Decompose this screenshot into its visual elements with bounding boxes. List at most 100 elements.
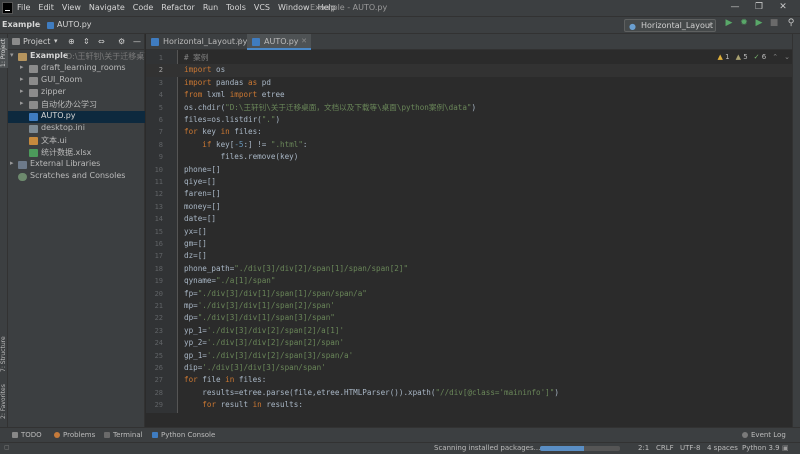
tree-item-scratches[interactable]: Scratches and Consoles xyxy=(8,171,145,183)
structure-tool-button[interactable]: 7: Structure xyxy=(0,334,8,374)
tree-item-zipper[interactable]: ▸ zipper xyxy=(8,87,145,99)
indent-setting[interactable]: 4 spaces xyxy=(707,444,738,452)
code-line[interactable]: 29 for result in results: xyxy=(146,399,800,411)
code-line[interactable]: 24 yp_2='./div[3]/div[2]/span[2]/span' xyxy=(146,337,800,349)
tree-item-text-ui[interactable]: 文本.ui xyxy=(8,135,145,147)
code-line[interactable]: 17 dz=[] xyxy=(146,250,800,262)
tab-horizontal-layout[interactable]: Horizontal_Layout.py ✕ xyxy=(146,34,247,50)
code-line[interactable]: 1 # 案例 xyxy=(146,52,800,64)
line-number[interactable]: 20 xyxy=(146,288,163,300)
warnings-indicator[interactable]: ▲ 1 xyxy=(717,53,729,61)
tab-auto-py[interactable]: AUTO.py ✕ xyxy=(247,34,311,50)
python-console-tool-button[interactable]: Python Console xyxy=(152,431,215,439)
file-encoding[interactable]: UTF-8 xyxy=(680,444,700,452)
line-number[interactable]: 6 xyxy=(146,114,163,126)
line-number[interactable]: 2 xyxy=(146,64,163,76)
line-number[interactable]: 17 xyxy=(146,250,163,262)
line-number[interactable]: 21 xyxy=(146,300,163,312)
code-line[interactable]: 15 yx=[] xyxy=(146,226,800,238)
tree-item-auto-py[interactable]: AUTO.py xyxy=(8,111,145,123)
terminal-tool-button[interactable]: Terminal xyxy=(104,431,143,439)
line-number[interactable]: 26 xyxy=(146,362,163,374)
code-line[interactable]: 4 from lxml import etree xyxy=(146,89,800,101)
code-line[interactable]: 23 yp_1='./div[3]/div[2]/span[2]/a[1]' xyxy=(146,325,800,337)
stop-icon[interactable]: ■ xyxy=(767,18,781,32)
chevron-down-icon[interactable]: ⌄ xyxy=(784,53,790,61)
expand-all-icon[interactable]: ⇕ xyxy=(83,37,90,46)
code-line[interactable]: 11 qiye=[] xyxy=(146,176,800,188)
tree-item-draft-learning-rooms[interactable]: ▸ draft_learning_rooms xyxy=(8,63,145,75)
caret-position[interactable]: 2:1 xyxy=(638,444,649,452)
line-number[interactable]: 15 xyxy=(146,226,163,238)
tree-item-example-root[interactable]: ▾ Example D:\王轩钊\关于迁移桌面 xyxy=(8,51,145,63)
tree-item-desktop-ini[interactable]: desktop.ini xyxy=(8,123,145,135)
code-line[interactable]: 8 if key[-5:] != ".html": xyxy=(146,139,800,151)
line-number[interactable]: 22 xyxy=(146,312,163,324)
code-line[interactable]: 25 gp_1='./div[3]/div[2]/span[3]/span/a' xyxy=(146,350,800,362)
close-tab-icon[interactable]: ✕ xyxy=(236,37,242,45)
line-number[interactable]: 7 xyxy=(146,126,163,138)
code-line[interactable]: 19 qyname="./a[1]/span" xyxy=(146,275,800,287)
line-number[interactable]: 27 xyxy=(146,374,163,386)
tree-item-gui-room[interactable]: ▸ GUI_Room xyxy=(8,75,145,87)
event-log-tool-button[interactable]: Event Log xyxy=(742,431,786,439)
line-number[interactable]: 11 xyxy=(146,176,163,188)
line-number[interactable]: 24 xyxy=(146,337,163,349)
code-line[interactable]: 20 fp="./div[3]/div[1]/span[1]/span/span/… xyxy=(146,288,800,300)
problems-tool-button[interactable]: Problems xyxy=(54,431,95,439)
code-line[interactable]: 7 for key in files: xyxy=(146,126,800,138)
hide-panel-icon[interactable]: — xyxy=(133,37,141,46)
todo-tool-button[interactable]: TODO xyxy=(12,431,42,439)
code-line[interactable]: 14 date=[] xyxy=(146,213,800,225)
line-number[interactable]: 10 xyxy=(146,164,163,176)
line-number[interactable]: 25 xyxy=(146,350,163,362)
search-everywhere-icon[interactable]: ⚲ xyxy=(784,18,798,32)
line-number[interactable]: 16 xyxy=(146,238,163,250)
code-line[interactable]: 18 phone_path="./div[3]/div[2]/span[1]/sp… xyxy=(146,263,800,275)
close-tab-icon[interactable]: ✕ xyxy=(301,37,307,45)
line-number[interactable]: 3 xyxy=(146,77,163,89)
line-number[interactable]: 28 xyxy=(146,387,163,399)
gear-icon[interactable]: ⚙ xyxy=(118,37,125,46)
code-line[interactable]: 27 for file in files: xyxy=(146,374,800,386)
code-line[interactable]: 22 dp="./div[3]/div[1]/span[3]/span" xyxy=(146,312,800,324)
run-icon[interactable]: ▶ xyxy=(722,18,736,32)
menu-window[interactable]: Window xyxy=(274,3,314,12)
python-interpreter[interactable]: Python 3.9 xyxy=(742,444,780,452)
coverage-icon[interactable]: ▶ xyxy=(752,18,766,32)
code-line[interactable]: 9 files.remove(key) xyxy=(146,151,800,163)
line-number[interactable]: 29 xyxy=(146,399,163,411)
menu-vcs[interactable]: VCS xyxy=(250,3,274,12)
code-line[interactable]: 6 files=os.listdir(".") xyxy=(146,114,800,126)
breadcrumb-file[interactable]: AUTO.py xyxy=(57,20,92,29)
menu-refactor[interactable]: Refactor xyxy=(157,3,199,12)
menu-run[interactable]: Run xyxy=(199,3,222,12)
breadcrumb-project[interactable]: Example xyxy=(2,20,40,29)
debug-icon[interactable]: ✹ xyxy=(737,18,751,32)
code-line[interactable]: 2 import os xyxy=(146,64,800,77)
code-line[interactable]: 12 faren=[] xyxy=(146,188,800,200)
minimize-icon[interactable]: — xyxy=(728,2,742,12)
code-line[interactable]: 10 phone=[] xyxy=(146,164,800,176)
line-number[interactable]: 1 xyxy=(146,52,163,64)
line-number[interactable]: 5 xyxy=(146,102,163,114)
chevron-down-icon[interactable]: ▾ xyxy=(54,37,58,45)
project-tool-button[interactable]: 1: Project xyxy=(0,38,8,68)
code-line[interactable]: 26 dip='./div[3]/div[3]/span/span' xyxy=(146,362,800,374)
project-panel-title[interactable]: Project xyxy=(23,37,50,46)
line-number[interactable]: 13 xyxy=(146,201,163,213)
inspection-widget[interactable]: ▲ 1 ▲ 5 ✓ 6 ⌃ ⌄ xyxy=(717,53,790,61)
code-line[interactable]: 16 gm=[] xyxy=(146,238,800,250)
line-number[interactable]: 23 xyxy=(146,325,163,337)
menu-code[interactable]: Code xyxy=(129,3,157,12)
code-editor[interactable]: 1 # 案例 2 import os 3 import pandas as pd 4 from… xyxy=(146,50,800,413)
code-line[interactable]: 5 os.chdir("D:\王轩钊\关于迁移桌面，文档以及下载等\桌面\pyth… xyxy=(146,102,800,114)
line-number[interactable]: 19 xyxy=(146,275,163,287)
code-line[interactable]: 3 import pandas as pd xyxy=(146,77,800,89)
line-separator[interactable]: CRLF xyxy=(656,444,674,452)
run-configuration-select[interactable]: ● Horizontal_Layout ▾ xyxy=(624,19,716,32)
typos-indicator[interactable]: ✓ 6 xyxy=(754,53,767,61)
menu-tools[interactable]: Tools xyxy=(222,3,250,12)
line-number[interactable]: 9 xyxy=(146,151,163,163)
menu-edit[interactable]: Edit xyxy=(34,3,58,12)
